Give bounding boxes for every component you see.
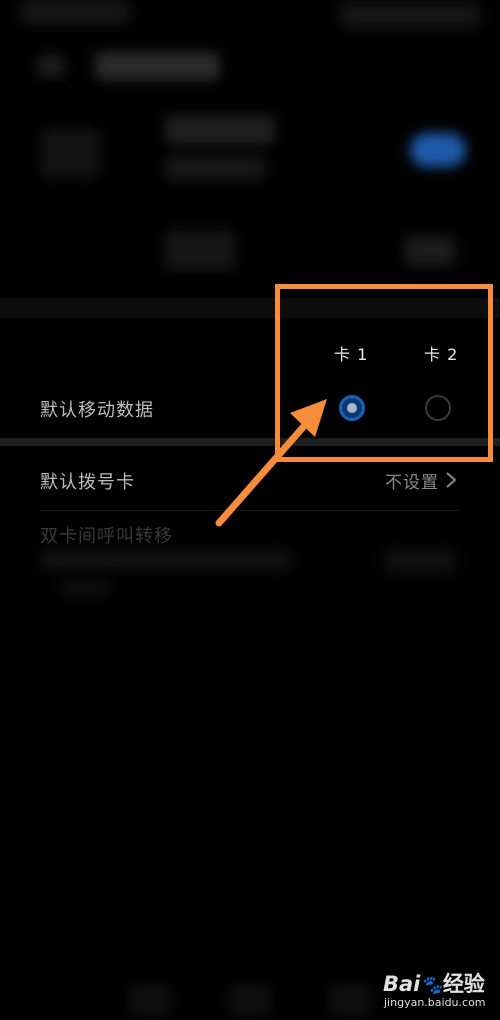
status-bar-right	[340, 2, 480, 28]
call-forwarding-value[interactable]	[385, 550, 455, 572]
nav-recent-icon[interactable]	[330, 985, 370, 1015]
nav-back-icon[interactable]	[130, 985, 170, 1015]
default-mobile-data-label: 默认移动数据	[40, 400, 154, 421]
nav-home-icon[interactable]	[230, 985, 270, 1015]
status-bar-left	[20, 0, 130, 24]
default-dial-card-value[interactable]: 不设置	[385, 468, 439, 493]
sim-card-subtitle	[165, 155, 265, 181]
watermark-brand-text: Bai	[383, 972, 421, 996]
paw-icon: 🐾	[420, 975, 443, 996]
watermark-brand: Bai🐾经验	[383, 968, 485, 998]
watermark-suffix: 经验	[442, 972, 485, 996]
chevron-right-icon[interactable]	[444, 470, 458, 490]
call-forwarding-label[interactable]: 双卡间呼叫转移	[40, 522, 173, 548]
sim-card-icon	[40, 128, 100, 178]
annotation-arrow-icon	[215, 399, 327, 527]
call-forwarding-subtitle-2	[60, 580, 110, 596]
sim-card-name	[165, 115, 275, 145]
back-icon[interactable]	[38, 55, 64, 77]
sim-card-2-name	[165, 230, 235, 270]
page-title	[95, 52, 220, 80]
watermark-url: jingyan.baidu.com	[384, 996, 486, 1009]
default-dial-card-label[interactable]: 默认拨号卡	[40, 468, 135, 494]
sim-card-2-control[interactable]	[405, 236, 455, 266]
sim-card-toggle[interactable]	[410, 133, 466, 167]
call-forwarding-subtitle	[40, 550, 290, 570]
